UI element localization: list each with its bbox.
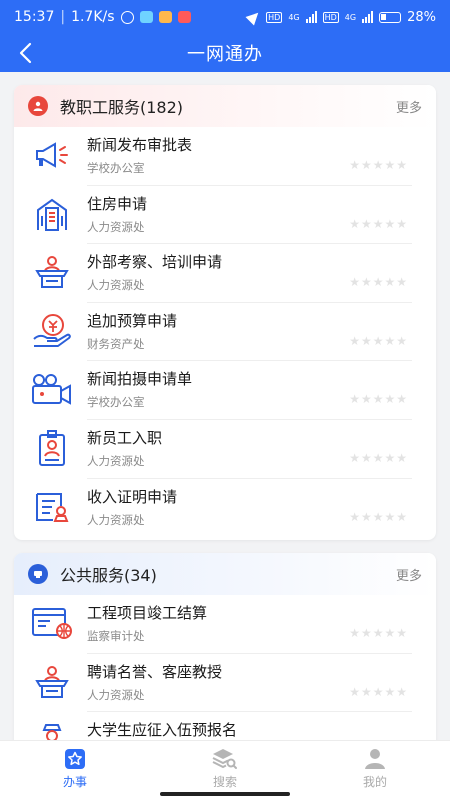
service-item[interactable]: 聘请名誉、客座教授 人力资源处 ★★★★★ bbox=[14, 654, 436, 713]
item-title: 新员工入职 bbox=[87, 428, 163, 447]
item-title: 收入证明申请 bbox=[87, 487, 178, 506]
chat-app-icon bbox=[139, 11, 153, 23]
battery-icon bbox=[379, 11, 402, 23]
section-header: 公共服务(34) 更多 bbox=[14, 553, 436, 595]
tab-mine[interactable]: 我的 bbox=[300, 741, 450, 800]
location-icon bbox=[245, 8, 263, 26]
item-title: 工程项目竣工结算 bbox=[87, 604, 208, 622]
service-item[interactable]: 新闻拍摄申请单 学校办公室 ★★★★★ bbox=[14, 361, 436, 420]
item-title: 住房申请 bbox=[87, 194, 148, 213]
battery-level: 28% bbox=[407, 9, 436, 25]
rating-stars: ★★★★★ bbox=[349, 684, 408, 699]
gen-label-2: 4G bbox=[344, 12, 357, 22]
section-staff-services: 教职工服务(182) 更多 新闻发布审批表 学校办公室 ★★★★★ 住房申请 人… bbox=[14, 85, 436, 540]
signal-icon-1 bbox=[305, 11, 317, 23]
tab-label: 搜索 bbox=[212, 775, 237, 789]
camera-icon bbox=[28, 367, 76, 411]
content-area[interactable]: 教职工服务(182) 更多 新闻发布审批表 学校办公室 ★★★★★ 住房申请 人… bbox=[0, 72, 450, 740]
item-department: 学校办公室 bbox=[87, 395, 145, 410]
id-badge-icon bbox=[28, 426, 76, 470]
service-item[interactable]: 外部考察、培训申请 人力资源处 ★★★★★ bbox=[14, 244, 436, 303]
chevron-left-icon bbox=[19, 42, 32, 64]
staff-section-icon bbox=[28, 96, 48, 116]
status-net-speed: 1.7K/s bbox=[71, 9, 115, 25]
status-time: 15:37 bbox=[14, 9, 55, 25]
section-public-services: 公共服务(34) 更多 工程项目竣工结算 监察审计处 ★★★★★ 聘请名誉、客座… bbox=[14, 553, 436, 740]
search-stack-icon bbox=[212, 749, 237, 769]
hd-label-2: HD bbox=[322, 11, 339, 23]
tab-label: 我的 bbox=[362, 775, 387, 789]
rating-stars: ★★★★★ bbox=[349, 626, 408, 640]
more-link[interactable]: 更多 bbox=[396, 97, 422, 116]
item-department: 学校办公室 bbox=[87, 161, 145, 175]
service-item[interactable]: 追加预算申请 财务资产处 ★★★★★ bbox=[14, 303, 436, 362]
item-department: 人力资源处 bbox=[87, 512, 145, 527]
tab-label: 办事 bbox=[62, 775, 87, 789]
office-icon bbox=[65, 749, 85, 769]
item-title: 大学生应征入伍预报名 bbox=[87, 721, 238, 740]
rating-stars: ★★★★★ bbox=[349, 392, 408, 407]
rating-stars: ★★★★★ bbox=[349, 509, 408, 524]
item-department: 人力资源处 bbox=[87, 278, 145, 293]
rating-stars: ★★★★★ bbox=[349, 333, 408, 348]
lectern-icon bbox=[28, 660, 76, 704]
nav-bar: 一网通办 bbox=[0, 34, 450, 72]
item-title: 新闻发布审批表 bbox=[87, 136, 193, 154]
money-hand-icon bbox=[28, 309, 76, 353]
item-department: 人力资源处 bbox=[87, 453, 145, 468]
item-title: 聘请名誉、客座教授 bbox=[87, 662, 223, 681]
item-department: 人力资源处 bbox=[87, 687, 145, 702]
item-department: 人力资源处 bbox=[87, 219, 145, 234]
service-item[interactable]: 住房申请 人力资源处 ★★★★★ bbox=[14, 186, 436, 245]
service-item[interactable]: 大学生应征入伍预报名 bbox=[14, 712, 436, 740]
tab-bar: 办事 搜索 我的 bbox=[0, 740, 450, 800]
status-bar: 15:37 | 1.7K/s HD 4G HD 4G 28% bbox=[0, 0, 450, 34]
rating-stars: ★★★★★ bbox=[349, 275, 408, 290]
alarm-icon bbox=[120, 10, 134, 24]
card-app-icon bbox=[158, 11, 172, 23]
lectern-icon bbox=[28, 250, 76, 294]
gen-label-1: 4G bbox=[288, 12, 300, 22]
item-department: 财务资产处 bbox=[87, 336, 145, 351]
web-project-icon bbox=[28, 601, 76, 645]
public-section-icon bbox=[28, 564, 48, 584]
service-item[interactable]: 新闻发布审批表 学校办公室 ★★★★★ bbox=[14, 127, 436, 186]
item-title: 新闻拍摄申请单 bbox=[87, 370, 193, 389]
person-icon bbox=[365, 749, 385, 769]
certificate-icon bbox=[28, 485, 76, 529]
back-button[interactable] bbox=[12, 40, 38, 66]
more-link[interactable]: 更多 bbox=[396, 565, 422, 584]
home-indicator bbox=[160, 792, 290, 796]
rating-stars: ★★★★★ bbox=[349, 158, 408, 172]
mail-app-icon bbox=[177, 11, 191, 23]
hd-label-1: HD bbox=[266, 11, 283, 23]
soldier-icon bbox=[28, 718, 76, 740]
item-title: 外部考察、培训申请 bbox=[87, 253, 223, 272]
megaphone-icon bbox=[28, 133, 76, 177]
section-header: 教职工服务(182) 更多 bbox=[14, 85, 436, 127]
signal-icon-2 bbox=[362, 11, 374, 23]
page-title: 一网通办 bbox=[187, 44, 263, 65]
building-icon bbox=[28, 192, 76, 236]
item-title: 追加预算申请 bbox=[87, 311, 178, 330]
service-item[interactable]: 新员工入职 人力资源处 ★★★★★ bbox=[14, 420, 436, 479]
rating-stars: ★★★★★ bbox=[349, 216, 408, 231]
service-item[interactable]: 工程项目竣工结算 监察审计处 ★★★★★ bbox=[14, 595, 436, 654]
item-department: 监察审计处 bbox=[87, 629, 145, 643]
tab-office[interactable]: 办事 bbox=[0, 741, 150, 800]
section-title: 教职工服务(182) bbox=[60, 98, 184, 117]
section-title: 公共服务(34) bbox=[60, 566, 157, 585]
rating-stars: ★★★★★ bbox=[349, 450, 408, 465]
service-item[interactable]: 收入证明申请 人力资源处 ★★★★★ bbox=[14, 479, 436, 538]
